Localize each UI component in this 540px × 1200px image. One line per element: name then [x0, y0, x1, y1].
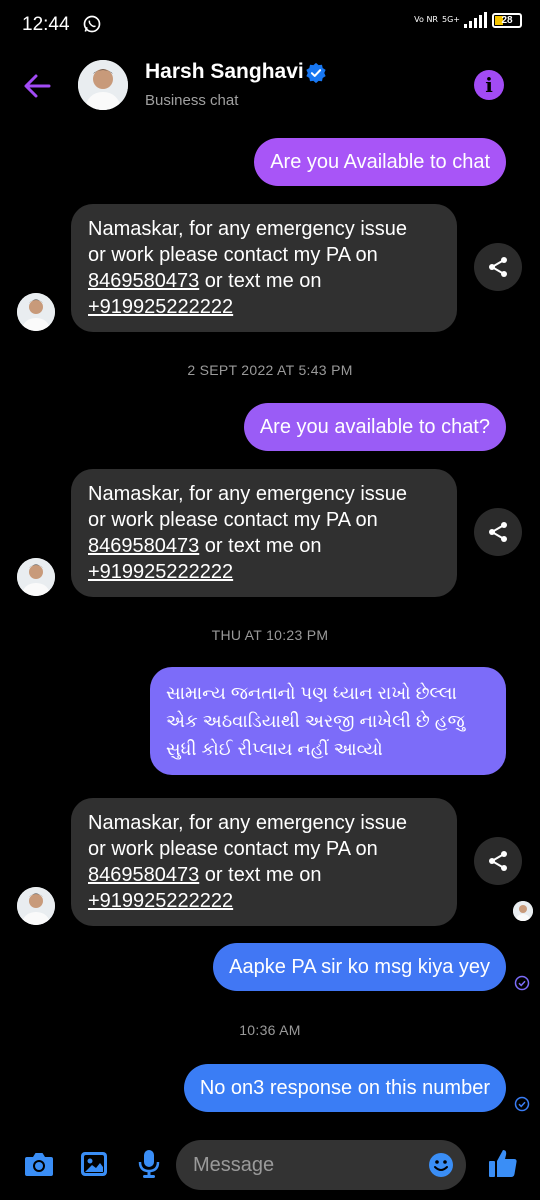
outgoing-message[interactable]: Are you Available to chat	[254, 138, 506, 186]
phone-link[interactable]: +919925222222	[88, 561, 233, 583]
signal-icon	[464, 12, 487, 28]
chat-type-label: Business chat	[145, 92, 239, 109]
outgoing-message[interactable]: No on3 response on this number	[183, 1064, 506, 1112]
verified-icon	[306, 62, 326, 84]
sender-avatar[interactable]	[17, 558, 55, 596]
outgoing-message[interactable]: Aapke PA sir ko msg kiya yey	[213, 943, 506, 991]
timestamp: 2 SEPT 2022 AT 5:43 PM	[187, 362, 353, 378]
share-icon	[489, 522, 507, 542]
phone-link[interactable]: 8469580473	[88, 535, 199, 557]
info-icon[interactable]: i	[474, 70, 504, 100]
phone-link[interactable]: 8469580473	[88, 270, 199, 292]
thumbs-up-icon[interactable]	[488, 1148, 518, 1178]
status-time: 12:44	[22, 14, 70, 35]
read-receipt-icon	[514, 1096, 530, 1112]
status-indicators: Vo NR 5G+ 28	[414, 12, 522, 28]
outgoing-message[interactable]: Are you available to chat?	[243, 403, 506, 451]
share-button[interactable]	[474, 837, 522, 885]
seen-avatar	[513, 901, 533, 921]
network-badge: Vo NR	[414, 15, 438, 24]
sender-avatar[interactable]	[17, 293, 55, 331]
phone-link[interactable]: 8469580473	[88, 864, 199, 886]
camera-icon[interactable]	[24, 1151, 54, 1177]
contact-name[interactable]: Harsh Sanghavi	[145, 60, 304, 84]
contact-avatar[interactable]	[78, 60, 128, 110]
sender-avatar[interactable]	[17, 887, 55, 925]
share-icon	[489, 851, 507, 871]
share-button[interactable]	[474, 243, 522, 291]
timestamp: THU AT 10:23 PM	[211, 627, 329, 643]
share-icon	[489, 257, 507, 277]
gallery-icon[interactable]	[80, 1151, 108, 1177]
incoming-message[interactable]: Namaskar, for any emergency issue or wor…	[71, 798, 457, 926]
incoming-message[interactable]: Namaskar, for any emergency issue or wor…	[71, 469, 457, 597]
timestamp: 10:36 AM	[239, 1022, 301, 1038]
microphone-icon[interactable]	[138, 1149, 160, 1179]
phone-link[interactable]: +919925222222	[88, 296, 233, 318]
phone-link[interactable]: +919925222222	[88, 890, 233, 912]
message-input[interactable]: Message	[176, 1140, 466, 1190]
incoming-message[interactable]: Namaskar, for any emergency issue or wor…	[71, 204, 457, 332]
network-type: 5G+	[442, 15, 460, 24]
emoji-icon[interactable]	[428, 1152, 454, 1178]
read-receipt-icon	[514, 975, 530, 991]
outgoing-message[interactable]: સામાન્ય જનતાનો પણ ધ્યાન રાખો છેલ્લા એક અ…	[150, 667, 506, 775]
battery-indicator: 28	[492, 12, 522, 28]
share-button[interactable]	[474, 508, 522, 556]
back-arrow-icon[interactable]	[22, 72, 52, 100]
whatsapp-icon	[83, 15, 101, 33]
